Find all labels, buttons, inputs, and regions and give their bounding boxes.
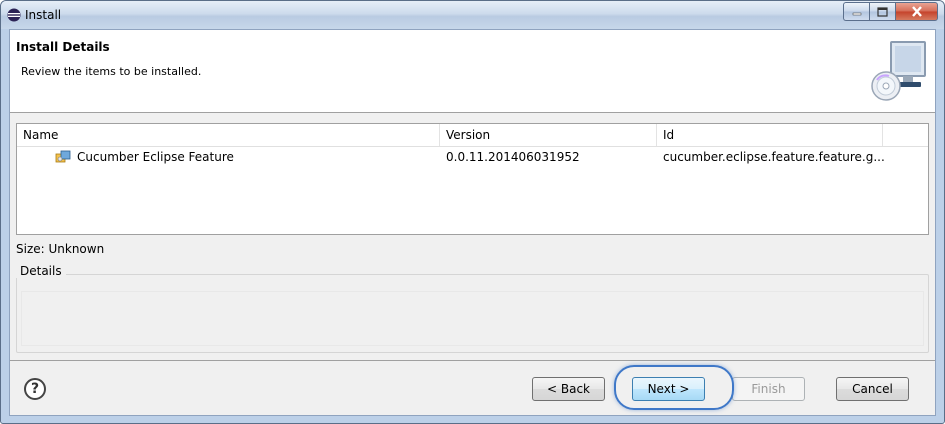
next-button[interactable]: Next > [632, 377, 705, 401]
install-computer-icon [871, 41, 926, 101]
help-button[interactable]: ? [24, 378, 46, 400]
page-title: Install Details [16, 40, 110, 54]
cancel-button[interactable]: Cancel [836, 377, 909, 401]
column-header-id[interactable]: Id [657, 124, 883, 146]
eclipse-icon [7, 8, 21, 22]
size-label: Size: Unknown [16, 242, 105, 256]
window-title: Install [25, 8, 62, 22]
window-controls [843, 2, 938, 21]
column-header-version[interactable]: Version [440, 124, 657, 146]
column-header-name[interactable]: Name [17, 124, 440, 146]
details-group [16, 274, 929, 353]
footer-separator [10, 360, 935, 361]
close-icon [911, 6, 922, 17]
close-button[interactable] [895, 2, 938, 21]
install-items-table[interactable]: Name Version Id Cucumber Eclipse Feature… [16, 123, 929, 235]
row-name: Cucumber Eclipse Feature [77, 150, 234, 164]
wizard-header: Install Details Review the items to be i… [10, 30, 935, 113]
details-label: Details [16, 264, 66, 278]
maximize-button[interactable] [869, 2, 895, 21]
install-window: Install Install Details Review the items… [0, 0, 945, 424]
finish-button[interactable]: Finish [732, 377, 805, 401]
details-text-area[interactable] [21, 291, 924, 346]
back-button[interactable]: < Back [532, 377, 605, 401]
row-version: 0.0.11.201406031952 [446, 150, 580, 164]
table-header: Name Version Id [17, 124, 928, 147]
title-bar[interactable]: Install [1, 1, 944, 29]
minimize-icon [852, 12, 861, 15]
maximize-icon [877, 6, 888, 17]
row-id: cucumber.eclipse.feature.feature.g... [663, 150, 885, 164]
minimize-button[interactable] [843, 2, 869, 21]
feature-plugin-icon [55, 150, 71, 163]
table-row[interactable]: Cucumber Eclipse Feature 0.0.11.20140603… [17, 147, 928, 167]
page-description: Review the items to be installed. [21, 65, 202, 78]
dialog-body: Install Details Review the items to be i… [9, 29, 936, 416]
